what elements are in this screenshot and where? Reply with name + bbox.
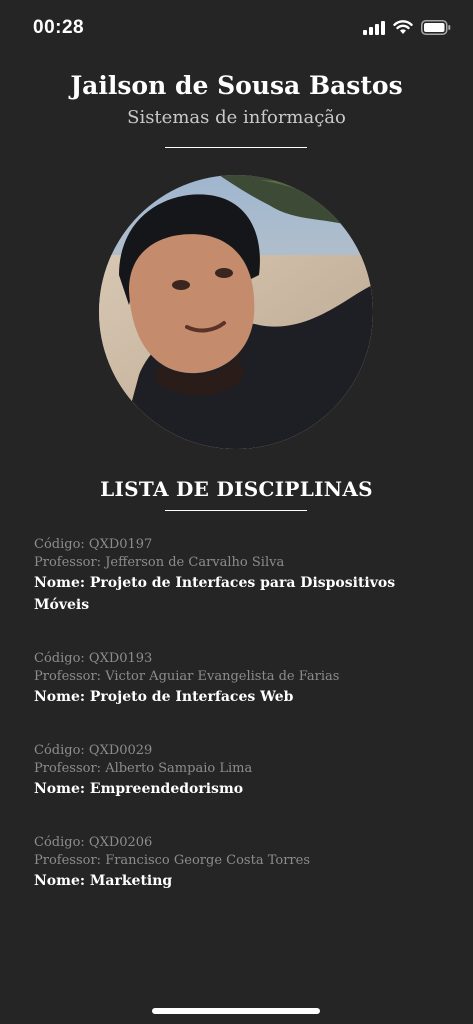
profile-course: Sistemas de informação — [127, 107, 346, 128]
avatar — [99, 175, 373, 449]
course-name: Nome: Empreendedorismo — [34, 781, 244, 797]
course-code: Código: QXD0197 — [34, 537, 153, 552]
course-code: Código: QXD0029 — [34, 743, 153, 758]
status-time: 00:28 — [33, 17, 85, 38]
course-professor: Professor: Jefferson de Carvalho Silva — [34, 555, 285, 570]
course-name: Nome: Projeto de Interfaces para Disposi… — [34, 575, 396, 613]
profile-header: Jailson de Sousa Bastos Sistemas de info… — [0, 70, 473, 130]
course-code: Código: QXD0193 — [34, 651, 153, 666]
avatar-photo — [99, 175, 373, 449]
course-item: Código: QXD0197 Professor: Jefferson de … — [34, 536, 454, 616]
home-indicator[interactable] — [152, 1008, 320, 1014]
section-title: LISTA DE DISCIPLINAS — [100, 477, 373, 501]
course-item: Código: QXD0206 Professor: Francisco Geo… — [34, 834, 454, 892]
course-professor: Professor: Francisco George Costa Torres — [34, 853, 310, 868]
status-icons — [363, 20, 451, 40]
battery-icon — [421, 20, 451, 40]
cellular-signal-icon — [363, 20, 385, 40]
course-name: Nome: Marketing — [34, 873, 173, 889]
course-code: Código: QXD0206 — [34, 835, 153, 850]
course-list: Código: QXD0197 Professor: Jefferson de … — [34, 536, 454, 926]
course-item: Código: QXD0193 Professor: Victor Aguiar… — [34, 650, 454, 708]
course-professor: Professor: Alberto Sampaio Lima — [34, 761, 253, 776]
header-divider — [165, 147, 307, 148]
course-name: Nome: Projeto de Interfaces Web — [34, 689, 294, 705]
course-professor: Professor: Victor Aguiar Evangelista de … — [34, 669, 340, 684]
wifi-icon — [393, 20, 413, 40]
status-bar: 00:28 — [0, 0, 473, 56]
course-item: Código: QXD0029 Professor: Alberto Sampa… — [34, 742, 454, 800]
profile-name: Jailson de Sousa Bastos — [70, 71, 403, 100]
section-divider — [165, 510, 307, 511]
